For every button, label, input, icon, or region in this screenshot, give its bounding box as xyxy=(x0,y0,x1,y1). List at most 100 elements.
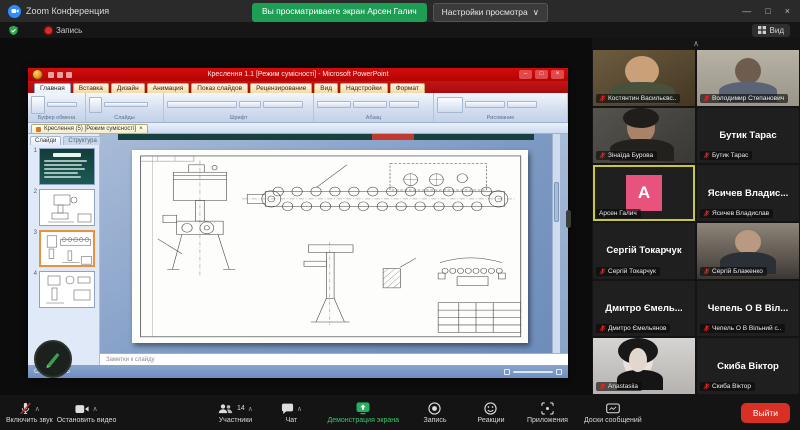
notes-pane[interactable]: Заметки к слайду xyxy=(100,353,568,365)
close-button[interactable]: × xyxy=(785,6,790,16)
ribbon-tab-home[interactable]: Главная xyxy=(34,83,71,93)
zoom-slider[interactable] xyxy=(504,369,562,375)
slide-viewport xyxy=(100,134,568,353)
ppt-close-button[interactable]: × xyxy=(551,70,564,79)
whiteboard-icon xyxy=(606,403,620,415)
view-settings-dropdown[interactable]: Настройки просмотра ∨ xyxy=(433,3,548,22)
record-button[interactable]: Запись xyxy=(415,401,455,424)
minimize-button[interactable]: — xyxy=(742,6,751,16)
ppt-maximize-button[interactable]: □ xyxy=(535,70,548,79)
powerpoint-status-bar: Слайд 3 из 5 xyxy=(28,365,568,378)
video-options-chevron-icon[interactable]: ∧ xyxy=(92,405,97,413)
slide-thumbnail-1[interactable]: 1 xyxy=(30,148,97,185)
document-tab-bar: Креслення (5) [Режим сумісності] × xyxy=(28,123,568,134)
quick-access-toolbar[interactable] xyxy=(48,72,72,78)
ribbon-tab-slideshow[interactable]: Показ слайдов xyxy=(191,83,248,93)
maximize-button[interactable]: □ xyxy=(765,6,770,16)
shared-screen-area: Креслення 1.1 [Режим сумісності] - Micro… xyxy=(0,38,592,395)
recording-indicator[interactable]: Запись xyxy=(45,26,82,35)
view-button[interactable]: Вид xyxy=(752,24,790,37)
slide-thumbnail-4[interactable]: 4 xyxy=(30,271,97,308)
participant-tile[interactable]: Костянтин Васильєвс.. xyxy=(593,50,695,106)
ribbon-tab-view[interactable]: Вид xyxy=(314,83,338,93)
slide-thumbnail-2[interactable]: 2 xyxy=(30,189,97,226)
participant-tile[interactable]: Сергій Блаженко xyxy=(697,223,799,279)
mic-off-icon xyxy=(703,268,710,275)
panel-collapse-handle[interactable] xyxy=(566,210,571,228)
participant-tile[interactable]: Дмитро Ємель... Дмитро Ємельянов xyxy=(593,281,695,337)
annotation-logo-overlay xyxy=(34,340,72,378)
mic-off-icon xyxy=(599,95,606,102)
participant-tile[interactable]: Ясичев Владис... Ясичев Владислав xyxy=(697,165,799,221)
document-tab-close-icon[interactable]: × xyxy=(139,126,143,132)
ribbon-tab-insert[interactable]: Вставка xyxy=(73,83,109,93)
camera-icon xyxy=(75,403,89,415)
engineering-drawing xyxy=(132,150,528,343)
participant-tile[interactable]: Сергій Токарчук Сергій Токарчук xyxy=(593,223,695,279)
mic-off-icon xyxy=(703,95,710,102)
chat-icon xyxy=(281,403,294,415)
collapse-gallery-chevron-icon[interactable]: ∧ xyxy=(592,38,800,50)
mic-off-icon xyxy=(599,152,606,159)
align-buttons[interactable] xyxy=(317,101,351,108)
avatar: А xyxy=(626,175,662,211)
ribbon-tab-strip: Главная Вставка Дизайн Анимация Показ сл… xyxy=(28,81,568,93)
pane-tab-outline[interactable]: Структура xyxy=(63,136,101,145)
office-button[interactable] xyxy=(32,69,43,80)
reactions-button[interactable]: Реакции xyxy=(471,401,511,424)
app-title: Zoom Конференция xyxy=(0,5,109,18)
ribbon-tab-design[interactable]: Дизайн xyxy=(111,83,145,93)
slides-pane: Слайди Структура 1 xyxy=(28,134,100,365)
ppt-minimize-button[interactable]: – xyxy=(519,70,532,79)
grid-view-icon xyxy=(758,26,766,34)
whiteboards-button[interactable]: Доски сообщений xyxy=(584,401,642,424)
font-size-combo[interactable] xyxy=(239,101,261,108)
participant-tile-presenter[interactable]: А Арсен Галич xyxy=(593,165,695,221)
participant-tile[interactable]: Чепель О В Віл... Чепель О В Вільний с.. xyxy=(697,281,799,337)
chat-button[interactable]: ∧ Чат xyxy=(271,401,311,424)
app-title-text: Zoom Конференция xyxy=(26,6,109,16)
mic-off-icon xyxy=(599,268,606,275)
stop-video-button[interactable]: ∧ Остановить видео xyxy=(57,401,117,424)
participants-sidebar: ∧ Костянтин Васильєвс.. Володимир Степан… xyxy=(592,38,800,395)
participants-button[interactable]: 14 ∧ Участники xyxy=(215,401,255,424)
participant-tile[interactable]: Володимир Степанович xyxy=(697,50,799,106)
mic-options-chevron-icon[interactable]: ∧ xyxy=(35,405,40,413)
zoom-title-bar: Zoom Конференция Вы просматриваете экран… xyxy=(0,0,800,22)
mic-off-icon xyxy=(703,210,710,217)
participant-tile[interactable]: Скиба Віктор Скиба Віктор xyxy=(697,338,799,394)
share-screen-button[interactable]: Демонстрация экрана xyxy=(327,401,399,424)
pane-tab-slides[interactable]: Слайди xyxy=(30,136,61,145)
ribbon-group-font: Шрифт xyxy=(164,93,314,122)
recording-dot-icon xyxy=(45,27,52,34)
chat-chevron-icon[interactable]: ∧ xyxy=(297,405,302,413)
apps-icon xyxy=(541,402,554,415)
participants-count: 14 xyxy=(237,405,245,412)
leave-meeting-button[interactable]: Выйти xyxy=(741,403,790,423)
current-slide[interactable] xyxy=(132,150,528,343)
paste-button[interactable] xyxy=(31,96,45,114)
ribbon-group-drawing: Рисование xyxy=(434,93,568,122)
previous-slide-edge xyxy=(118,134,534,140)
ribbon-tab-addins[interactable]: Надстройки xyxy=(340,83,388,93)
participant-tile[interactable]: Anastasiia xyxy=(593,338,695,394)
apps-button[interactable]: Приложения xyxy=(527,401,568,424)
zoom-logo-icon xyxy=(8,5,21,18)
shapes-gallery[interactable] xyxy=(437,97,463,113)
participant-tile[interactable]: Зінаїда Бурова xyxy=(593,108,695,164)
record-icon xyxy=(428,402,441,415)
slide-scrollbar[interactable] xyxy=(552,134,560,353)
ribbon-tab-review[interactable]: Рецензирование xyxy=(250,83,312,93)
slide-thumbnail-3-selected[interactable]: 3 xyxy=(30,230,97,267)
unmute-button[interactable]: ∧ Включить звук xyxy=(6,401,53,424)
mic-off-icon xyxy=(599,325,606,332)
ribbon-tab-animation[interactable]: Анимация xyxy=(147,83,190,93)
font-name-combo[interactable] xyxy=(167,101,237,108)
participant-tile[interactable]: Бутик Тарас Бутик Тарас xyxy=(697,108,799,164)
share-screen-icon xyxy=(356,402,370,415)
participants-chevron-icon[interactable]: ∧ xyxy=(248,405,253,413)
document-tab[interactable]: Креслення (5) [Режим сумісності] × xyxy=(31,124,148,133)
ribbon-tab-format[interactable]: Формат xyxy=(390,83,425,93)
new-slide-button[interactable] xyxy=(89,97,102,113)
encryption-shield-icon[interactable] xyxy=(8,25,19,36)
